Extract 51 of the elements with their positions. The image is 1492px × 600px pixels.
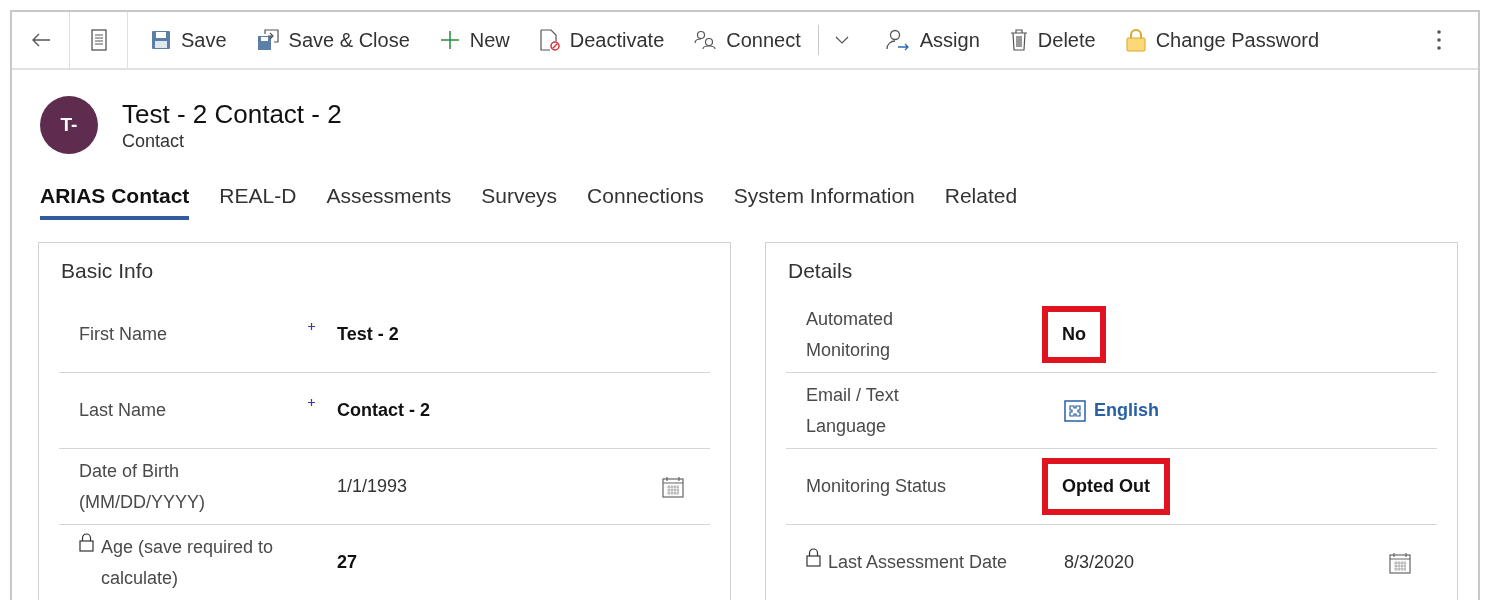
document-block-icon [539, 29, 560, 51]
field-value: 1/1/1993 [337, 476, 408, 497]
tab[interactable]: Related [944, 184, 1018, 220]
section-title: Details [787, 259, 853, 284]
person-arrow-icon [885, 29, 910, 51]
tab[interactable]: Assessments [326, 184, 452, 220]
field-label: Automated Monitoring [806, 307, 894, 362]
field-label: Monitoring Status [806, 475, 947, 498]
avatar: T- [40, 96, 98, 154]
field-label: Age (save required to calculate) [101, 535, 274, 590]
padlock-icon [1125, 28, 1146, 52]
field-value: Test - 2 [337, 324, 399, 345]
field-label: Last Assessment Date [828, 551, 1008, 574]
field-label: Last Name [79, 399, 167, 422]
calendar-icon[interactable] [1389, 551, 1411, 574]
record-title: Test - 2 Contact - 2 [122, 98, 342, 130]
trash-icon [1009, 29, 1028, 51]
lookup-icon [1064, 399, 1086, 422]
command-button[interactable]: Assign [870, 20, 995, 60]
command-button[interactable]: New [424, 20, 525, 60]
tab[interactable]: ARIAS Contact [40, 184, 190, 220]
back-icon [30, 32, 51, 48]
highlighted-value: No [1042, 306, 1106, 363]
command-button[interactable]: Save & Close [241, 20, 425, 60]
field-value: Contact - 2 [337, 400, 430, 421]
lookup-link[interactable]: English [1094, 400, 1159, 421]
people-icon [694, 30, 717, 50]
command-button[interactable]: Change Password [1110, 20, 1335, 60]
command-button[interactable]: Deactivate [524, 20, 680, 60]
calendar-icon[interactable] [662, 475, 684, 498]
chevron-down-icon [834, 36, 849, 44]
section-title: Basic Info [60, 259, 154, 284]
save-close-icon [256, 29, 279, 51]
save-icon [151, 30, 171, 50]
more-icon [1436, 29, 1442, 51]
field-label: Date of Birth (MM/DD/YYYY) [79, 459, 205, 514]
entity-name: Contact [122, 130, 186, 152]
highlighted-value: Opted Out [1042, 458, 1170, 515]
field-label: Email / Text Language [806, 383, 899, 438]
tab[interactable]: REAL-D [219, 184, 297, 220]
field-value: 8/3/2020 [1064, 552, 1135, 573]
command-button[interactable]: Save [136, 20, 242, 60]
field-label: First Name [79, 323, 167, 346]
plus-icon [439, 30, 460, 50]
command-button[interactable]: Delete [994, 20, 1111, 60]
form-icon [90, 29, 107, 51]
tab[interactable]: Surveys [481, 184, 558, 220]
command-button[interactable]: Connect [679, 20, 816, 60]
field-value: 27 [337, 552, 358, 573]
tab[interactable]: System Information [733, 184, 915, 220]
tab[interactable]: Connections [587, 184, 704, 220]
